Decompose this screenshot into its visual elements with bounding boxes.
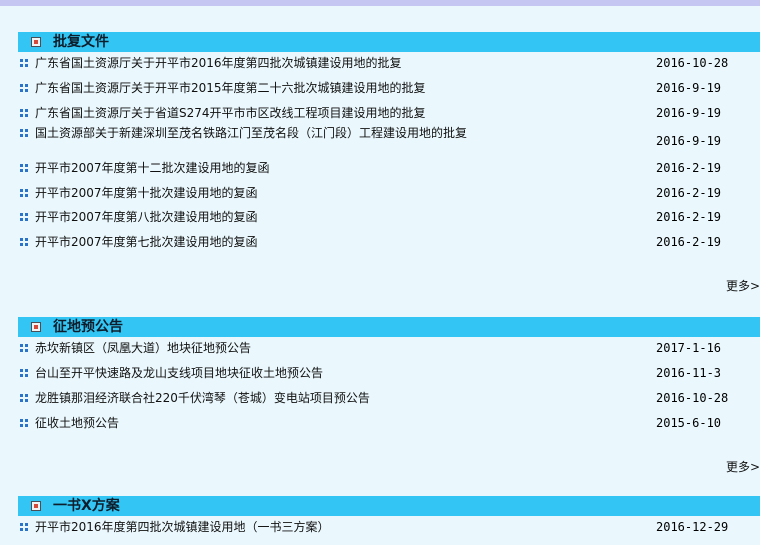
item-date: 2016-2-19 [656, 161, 722, 175]
item-date: 2016-11-3 [656, 366, 722, 380]
list-bullet-icon [20, 189, 28, 197]
section-approval-documents: 批复文件 广东省国土资源厅关于开平市2016年度第四批次城镇建设用地的批复 20… [18, 32, 760, 297]
item-title-link[interactable]: 龙胜镇那泪经济联合社220千伏湾琴（苍城）变电站项目预公告 [35, 391, 490, 405]
section-one-book-plans: 一书X方案 开平市2016年度第四批次城镇建设用地（一书三方案） 2016-12… [18, 496, 760, 545]
section-title: 征地预公告 [53, 319, 123, 335]
item-title-link[interactable]: 开平市2007年度第十二批次建设用地的复函 [35, 161, 490, 175]
section-header: 征地预公告 [18, 317, 760, 337]
item-date: 2017-1-16 [656, 341, 722, 355]
list-bullet-icon [20, 164, 28, 172]
item-title-link[interactable]: 开平市2016年度第四批次城镇建设用地（一书三方案） [35, 520, 490, 534]
item-title-link[interactable]: 开平市2007年度第十批次建设用地的复函 [35, 186, 490, 200]
item-date: 2016-9-19 [656, 134, 722, 148]
list-bullet-icon [20, 344, 28, 352]
item-title-link[interactable]: 台山至开平快速路及龙山支线项目地块征收土地预公告 [35, 366, 490, 380]
section-title: 一书X方案 [53, 498, 120, 514]
list-bullet-icon [20, 238, 28, 246]
item-date: 2016-10-28 [656, 391, 729, 405]
list-bullet-icon [20, 419, 28, 427]
item-date: 2016-2-19 [656, 186, 722, 200]
item-title-link[interactable]: 开平市2007年度第七批次建设用地的复函 [35, 235, 490, 249]
item-date: 2016-12-29 [656, 520, 729, 534]
more-link[interactable]: 更多> [726, 277, 760, 294]
list-bullet-icon [20, 213, 28, 221]
list-bullet-icon [20, 369, 28, 377]
item-title-link[interactable]: 国土资源部关于新建深圳至茂名铁路江门至茂名段（江门段）工程建设用地的批复 [18, 126, 490, 140]
item-date: 2016-9-19 [656, 81, 722, 95]
list-bullet-icon [20, 84, 28, 92]
top-strip [0, 0, 760, 6]
section-land-acquisition-notices: 征地预公告 赤坎新镇区（凤凰大道）地块征地预公告 2017-1-16 台山至开平… [18, 317, 760, 477]
item-date: 2016-10-28 [656, 56, 729, 70]
list-bullet-icon [20, 523, 28, 531]
list-bullet-icon [20, 109, 28, 117]
section-title: 批复文件 [53, 34, 109, 50]
list-item: 国土资源部关于新建深圳至茂名铁路江门至茂名段（江门段）工程建设用地的批复 201… [18, 126, 760, 156]
list-bullet-icon [20, 59, 28, 67]
section-header: 一书X方案 [18, 496, 760, 516]
item-title-link[interactable]: 开平市2007年度第八批次建设用地的复函 [35, 210, 490, 224]
more-link[interactable]: 更多> [726, 458, 760, 475]
item-date: 2015-6-10 [656, 416, 722, 430]
list-bullet-icon [20, 394, 28, 402]
item-title-link[interactable]: 征收土地预公告 [35, 416, 490, 430]
item-title-link[interactable]: 赤坎新镇区（凤凰大道）地块征地预公告 [35, 341, 490, 355]
section-header: 批复文件 [18, 32, 760, 52]
section-bullet-icon [31, 501, 41, 511]
item-date: 2016-2-19 [656, 235, 722, 249]
section-bullet-icon [31, 322, 41, 332]
section-bullet-icon [31, 37, 41, 47]
item-title-link[interactable]: 广东省国土资源厅关于开平市2016年度第四批次城镇建设用地的批复 [35, 56, 490, 70]
item-title-link[interactable]: 广东省国土资源厅关于省道S274开平市市区改线工程项目建设用地的批复 [35, 106, 490, 120]
item-date: 2016-2-19 [656, 210, 722, 224]
item-date: 2016-9-19 [656, 106, 722, 120]
item-title-link[interactable]: 广东省国土资源厅关于开平市2015年度第二十六批次城镇建设用地的批复 [35, 81, 490, 95]
